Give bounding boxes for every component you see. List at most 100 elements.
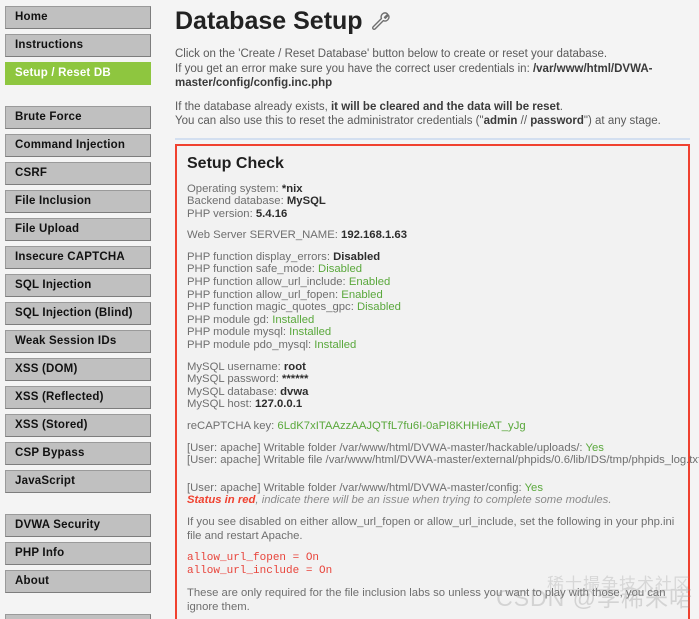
check-row-web: Web Server SERVER_NAME: 192.168.1.63 [187,229,678,242]
intro-line-2: If you get an error make sure you have t… [175,62,690,91]
check-value: Yes [524,481,543,494]
sidebar-item-home[interactable]: Home [5,6,151,29]
sidebar-item-logout[interactable]: Logout [5,614,151,619]
check-label: PHP function display_errors: [187,250,334,263]
check-row-user: [User: apache] Writable folder /var/www/… [187,442,678,455]
sidebar-item-sql-injection[interactable]: SQL Injection [5,274,151,297]
sidebar-item-brute-force[interactable]: Brute Force [5,106,151,129]
check-row-mysql: MySQL host: 127.0.0.1 [187,398,678,411]
sidebar-item-instructions[interactable]: Instructions [5,34,151,57]
sidebar-item-xss-stored[interactable]: XSS (Stored) [5,414,151,437]
mysql-info-group: MySQL username: root MySQL password: ****… [187,361,678,411]
dvwa-setup-page: Home Instructions Setup / Reset DB Brute Fo… [0,0,699,619]
sidebar-item-file-upload[interactable]: File Upload [5,218,151,241]
sidebar-item-csp-bypass[interactable]: CSP Bypass [5,442,151,465]
check-label: PHP module mysql: [187,326,290,339]
main-content: Database Setup Click on the 'Create / Re… [165,0,699,619]
sidebar-item-javascript[interactable]: JavaScript [5,470,151,493]
sidebar-item-sql-injection-blind[interactable]: SQL Injection (Blind) [5,302,151,325]
sidebar-item-about[interactable]: About [5,570,151,593]
php-info-group: PHP function display_errors: Disabled PHP… [187,251,678,352]
advice-paragraph-2: These are only required for the file inc… [187,587,666,613]
check-label: [User: apache] Writable file /var/www/ht… [187,454,699,467]
status-red-note: Status in red, indicate there will be an… [187,494,678,507]
sidebar-item-command-injection[interactable]: Command Injection [5,134,151,157]
check-value: Disabled [318,263,363,276]
code-line: allow_url_include = On [187,565,333,578]
intro-line-4: You can also use this to reset the admin… [175,114,690,129]
intro-line-1: Click on the 'Create / Reset Database' b… [175,48,608,60]
sidebar-item-insecure-captcha[interactable]: Insecure CAPTCHA [5,246,151,269]
check-value: 5.4.16 [255,207,288,220]
check-value: Installed [272,313,315,326]
check-value: Installed [314,339,357,352]
setup-check-heading: Setup Check [187,154,284,172]
sidebar-item-weak-session-ids[interactable]: Weak Session IDs [5,330,151,353]
check-value: ****** [282,373,309,386]
page-title-text: Database Setup [175,7,363,35]
check-label: PHP function allow_url_fopen: [187,288,342,301]
check-row-user: [User: apache] Writable folder /var/www/… [187,482,678,495]
check-label: reCAPTCHA key: [187,420,278,432]
sidebar-item-xss-reflected[interactable]: XSS (Reflected) [5,386,151,409]
check-row-mysql: MySQL database: dvwa [187,386,678,399]
sidebar-item-csrf[interactable]: CSRF [5,162,151,185]
intro-line-2-prefix: If you get an error make sure you have t… [175,62,533,75]
check-label: Operating system: [187,182,282,195]
check-row-php: PHP function allow_url_include: Enabled [187,276,678,289]
intro-paragraph-2: If the database already exists, it will … [175,100,690,129]
check-value: dvwa [280,385,309,398]
wrench-icon [370,11,392,33]
check-row-backend: Backend database: MySQL [187,195,678,208]
intro-line-4-mid: // [517,115,531,127]
setup-check-panel: Setup Check Operating system: *nix Backen… [175,143,699,619]
check-row-php: PHP function allow_url_fopen: Enabled [187,289,678,302]
system-info-group: Operating system: *nix Backend database: … [187,183,678,221]
check-label: PHP module pdo_mysql: [187,339,315,352]
check-row-php: PHP function magic_quotes_gpc: Disabled [187,301,678,314]
intro-line-3: If the database already exists, it will … [175,100,690,115]
check-row-php: PHP function display_errors: Disabled [187,251,678,264]
section-divider [175,137,690,140]
writable-config-group: [User: apache] Writable folder /var/www/… [187,482,678,495]
check-row-php: PHP function safe_mode: Disabled [187,263,678,276]
sidebar-item-file-inclusion[interactable]: File Inclusion [5,190,151,213]
check-row-mysql: MySQL username: root [187,361,678,374]
page-title: Database Setup [175,8,690,35]
intro-line-4-prefix: You can also use this to reset the admin… [175,115,484,127]
check-row-operating: Operating system: *nix [187,183,678,196]
check-label: MySQL database: [187,385,281,398]
check-value: Disabled [356,301,401,314]
intro-line-3-suffix: . [559,100,563,113]
check-label: PHP function safe_mode: [187,263,319,276]
advice-paragraph-1: If you see disabled on either allow_url_… [187,516,675,542]
sidebar-item-dvwa-security[interactable]: DVWA Security [5,514,151,537]
sidebar-item-xss-dom[interactable]: XSS (DOM) [5,358,151,381]
check-value: *nix [281,182,303,195]
default-password: password [530,115,584,127]
sidebar-item-setup-reset-db[interactable]: Setup / Reset DB [5,62,151,85]
recaptcha-group: reCAPTCHA key: 6LdK7xITAAzzAAJQTfL7fu6I-… [187,420,678,433]
check-label: MySQL password: [187,373,283,386]
status-red-label: Status in red [187,494,256,507]
check-row-php: PHP module gd: Installed [187,314,678,327]
check-value: Installed [289,326,332,339]
check-row-php: PHP module mysql: Installed [187,326,678,339]
code-line: allow_url_fopen = On [187,552,320,565]
intro-line-3-bold: it will be cleared and the data will be … [330,100,560,113]
check-row-mysql: MySQL password: ****** [187,373,678,386]
writable-group: [User: apache] Writable folder /var/www/… [187,442,699,467]
check-row-user: [User: apache] Writable file /var/www/ht… [187,454,699,467]
check-value: Enabled [348,276,391,289]
check-row-php: PHP version: 5.4.16 [187,208,678,221]
check-label: Backend database: [187,195,287,208]
sidebar-item-php-info[interactable]: PHP Info [5,542,151,565]
check-label: MySQL username: [187,360,284,373]
check-label: PHP module gd: [187,313,273,326]
check-label: MySQL host: [187,398,256,411]
